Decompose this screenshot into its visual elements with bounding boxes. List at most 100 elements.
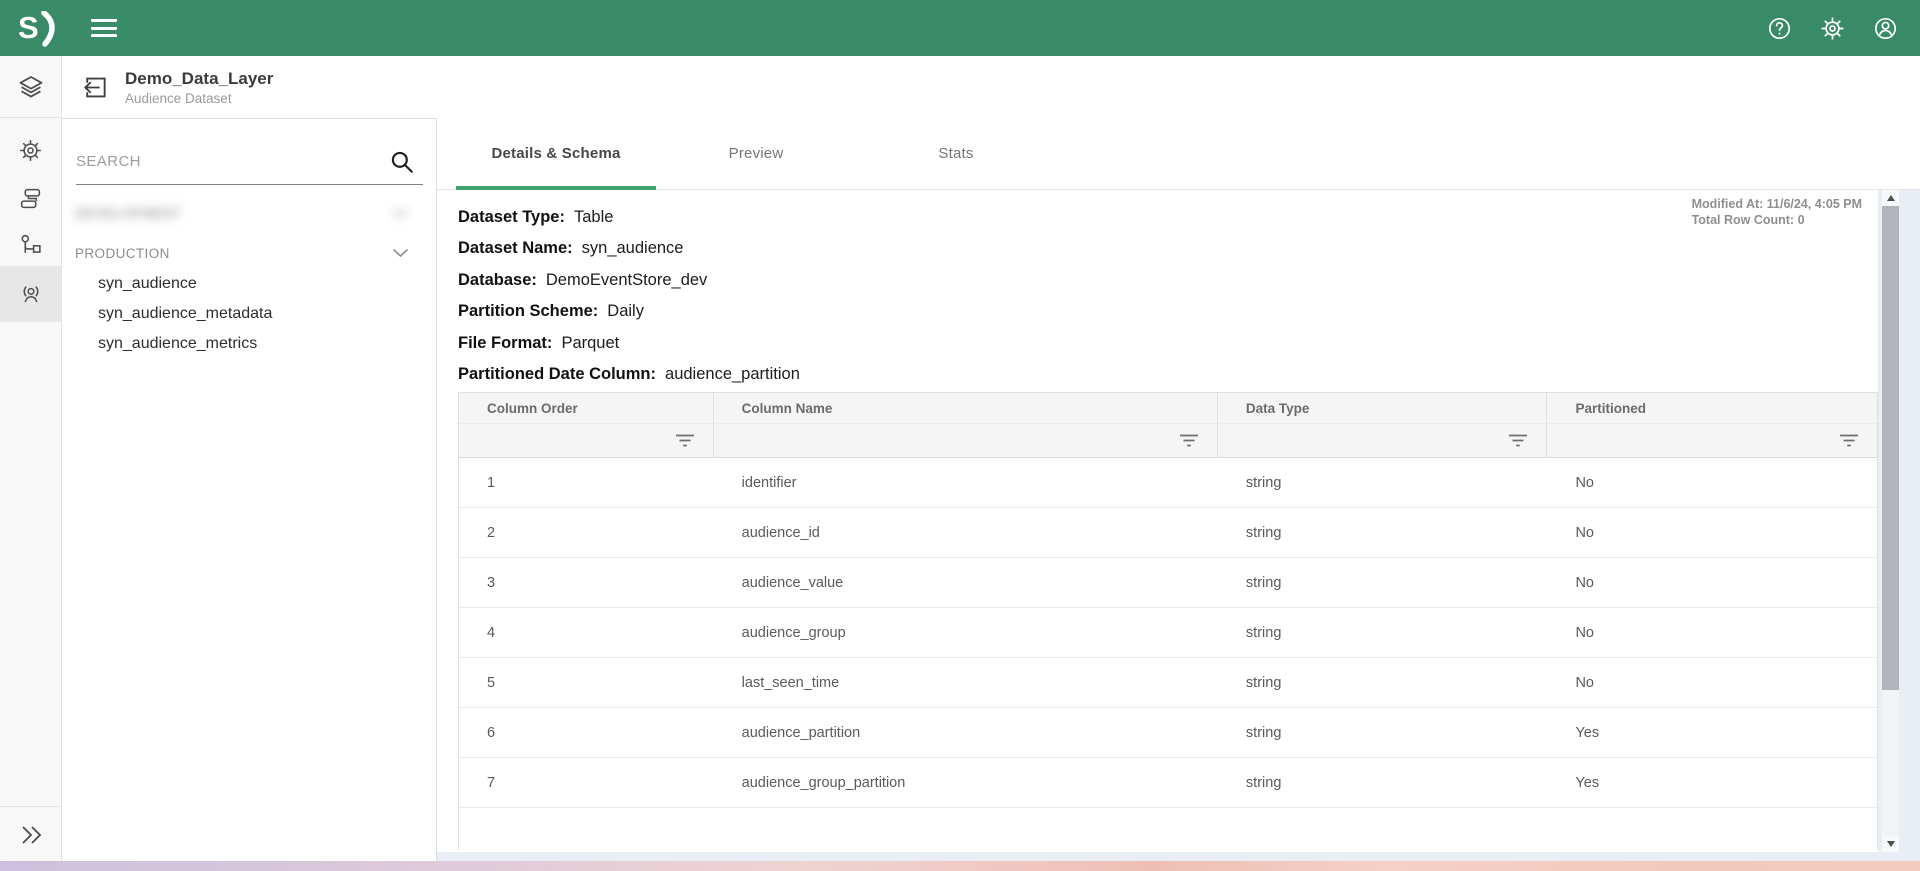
detail-value: Parquet xyxy=(561,334,619,352)
chevron-down-icon[interactable] xyxy=(392,208,409,218)
account-icon[interactable] xyxy=(1873,16,1898,41)
brand-logo-letter: S xyxy=(18,0,39,56)
exit-back-icon[interactable] xyxy=(82,74,109,101)
table-cell: No xyxy=(1547,508,1877,557)
table-filter-cell xyxy=(714,424,1218,457)
table-cell: string xyxy=(1218,608,1548,657)
table-row[interactable]: 3audience_valuestringNo xyxy=(459,558,1877,608)
page-header: Demo_Data_Layer Audience Dataset xyxy=(62,56,1920,118)
scroll-margin xyxy=(1878,190,1920,862)
rail-collapse[interactable] xyxy=(0,806,61,862)
table-cell: string xyxy=(1218,658,1548,707)
schema-table: Column OrderColumn NameData TypePartitio… xyxy=(458,392,1878,850)
table-filter-row xyxy=(459,424,1877,458)
tab-details-schema[interactable]: Details & Schema xyxy=(456,118,656,189)
detail-field: Partitioned Date Column:audience_partiti… xyxy=(458,359,800,390)
table-filter-cell xyxy=(459,424,714,457)
table-cell: string xyxy=(1218,758,1548,807)
scroll-down-button[interactable] xyxy=(1882,836,1899,852)
detail-label: Dataset Name: xyxy=(458,239,573,257)
menu-hamburger-icon[interactable] xyxy=(91,19,117,37)
rail-data-stores[interactable] xyxy=(0,176,61,220)
modified-at-text: Modified At: 11/6/24, 4:05 PM xyxy=(1692,196,1862,212)
table-cell: string xyxy=(1218,558,1548,607)
table-row[interactable]: 5last_seen_timestringNo xyxy=(459,658,1877,708)
table-header-row: Column OrderColumn NameData TypePartitio… xyxy=(459,392,1877,424)
filter-icon[interactable] xyxy=(1839,434,1859,447)
table-empty-space xyxy=(459,808,1877,850)
table-row[interactable]: 6audience_partitionstringYes xyxy=(459,708,1877,758)
chevron-down-icon[interactable] xyxy=(392,248,409,258)
help-icon[interactable] xyxy=(1767,16,1792,41)
page-subtitle: Audience Dataset xyxy=(125,91,273,106)
table-cell: string xyxy=(1218,458,1548,507)
table-cell: No xyxy=(1547,658,1877,707)
layers-icon[interactable] xyxy=(17,73,45,101)
rail-settings[interactable] xyxy=(0,128,61,172)
table-cell: Yes xyxy=(1547,758,1877,807)
detail-label: Dataset Type: xyxy=(458,208,565,226)
settings-gear-icon[interactable] xyxy=(1820,16,1845,41)
topbar-actions xyxy=(1767,16,1898,41)
table-cell: audience_group_partition xyxy=(714,758,1218,807)
audience-people-icon xyxy=(18,281,44,307)
table-row[interactable]: 2audience_idstringNo xyxy=(459,508,1877,558)
tree-item[interactable]: syn_audience xyxy=(62,269,437,299)
rail-pipeline[interactable] xyxy=(0,223,61,267)
filter-icon[interactable] xyxy=(675,434,695,447)
search-input[interactable] xyxy=(76,141,376,181)
vertical-scrollbar[interactable] xyxy=(1882,190,1899,852)
detail-label: Partitioned Date Column: xyxy=(458,365,656,383)
table-cell: audience_partition xyxy=(714,708,1218,757)
tree-item[interactable]: syn_audience_metrics xyxy=(62,329,437,359)
table-cell: audience_value xyxy=(714,558,1218,607)
tree-section-label: PRODUCTION xyxy=(75,246,170,261)
dataset-tree: DEVELOPMENT PRODUCTION syn_audiencesyn_a… xyxy=(62,197,437,359)
scroll-up-button[interactable] xyxy=(1882,190,1899,206)
data-stores-icon xyxy=(18,186,43,211)
rail-gear-icon xyxy=(18,138,43,163)
filter-icon[interactable] xyxy=(1508,434,1528,447)
table-cell: 7 xyxy=(459,758,714,807)
table-row[interactable]: 4audience_groupstringNo xyxy=(459,608,1877,658)
detail-field: Dataset Name:syn_audience xyxy=(458,233,800,264)
detail-label: Database: xyxy=(458,271,537,289)
tree-item[interactable]: syn_audience_metadata xyxy=(62,299,437,329)
tree-section-1[interactable]: PRODUCTION xyxy=(62,237,437,269)
table-cell: Yes xyxy=(1547,708,1877,757)
page-title: Demo_Data_Layer xyxy=(125,69,273,89)
table-row[interactable]: 1identifierstringNo xyxy=(459,458,1877,508)
filter-icon[interactable] xyxy=(1179,434,1199,447)
table-cell: audience_group xyxy=(714,608,1218,657)
detail-value: Daily xyxy=(607,302,644,320)
bottom-gradient-bar xyxy=(0,861,1920,871)
tab-stats[interactable]: Stats xyxy=(856,118,1056,189)
tree-section-0[interactable]: DEVELOPMENT xyxy=(62,197,437,229)
table-cell: 4 xyxy=(459,608,714,657)
dataset-details: Dataset Type: Table Dataset Name:syn_audie… xyxy=(458,202,800,390)
main-panel: Details & Schema Preview Stats Dataset T… xyxy=(437,118,1920,862)
table-cell: No xyxy=(1547,558,1877,607)
detail-field: Partition Scheme:Daily xyxy=(458,296,800,327)
table-header-cell[interactable]: Partitioned xyxy=(1547,393,1877,423)
detail-value: Table xyxy=(574,208,613,226)
table-cell: string xyxy=(1218,508,1548,557)
scrollbar-thumb[interactable] xyxy=(1882,206,1899,690)
tab-bar: Details & Schema Preview Stats xyxy=(437,118,1920,190)
details-schema-content: Dataset Type: Table Dataset Name:syn_audie… xyxy=(437,190,1920,862)
tree-section-label: DEVELOPMENT xyxy=(75,206,181,221)
table-header-cell[interactable]: Column Order xyxy=(459,393,714,423)
tab-preview[interactable]: Preview xyxy=(656,118,856,189)
table-cell: identifier xyxy=(714,458,1218,507)
table-cell: 6 xyxy=(459,708,714,757)
brand-logo-swoosh xyxy=(41,11,58,47)
table-header-cell[interactable]: Column Name xyxy=(714,393,1218,423)
table-header-cell[interactable]: Data Type xyxy=(1218,393,1548,423)
search-icon[interactable] xyxy=(389,149,415,175)
rail-audience[interactable] xyxy=(0,266,61,322)
brand-logo[interactable]: S xyxy=(18,0,58,56)
table-filter-cell xyxy=(1218,424,1548,457)
detail-field: File Format:Parquet xyxy=(458,328,800,359)
top-app-bar: S xyxy=(0,0,1920,56)
table-row[interactable]: 7audience_group_partitionstringYes xyxy=(459,758,1877,808)
